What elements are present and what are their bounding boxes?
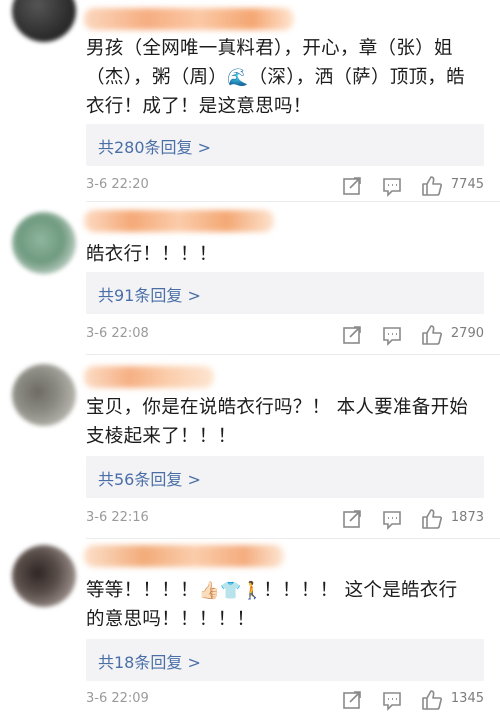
share-icon[interactable] bbox=[340, 507, 364, 531]
divider bbox=[86, 354, 500, 355]
comment-icon[interactable] bbox=[380, 174, 404, 198]
replies-button[interactable]: 共56条回复 > bbox=[86, 456, 484, 498]
comment-footer: 3-6 22:20 7745 bbox=[86, 174, 484, 198]
share-icon[interactable] bbox=[340, 174, 364, 198]
like-count: 1873 bbox=[450, 510, 484, 525]
replies-label: 共91条回复 > bbox=[98, 286, 201, 305]
avatar[interactable] bbox=[12, 0, 76, 42]
like-icon[interactable] bbox=[420, 323, 444, 347]
share-icon[interactable] bbox=[340, 688, 364, 712]
username[interactable] bbox=[84, 545, 284, 567]
like-icon[interactable] bbox=[420, 688, 444, 712]
comment-text: 男孩（全网唯一真料君），开心，章（张）姐（杰），粥（周）🌊（深），洒（萨）顶顶，… bbox=[86, 38, 465, 117]
avatar[interactable] bbox=[12, 212, 76, 274]
comment-footer: 3-6 22:09 1345 bbox=[86, 688, 484, 712]
comment-footer: 3-6 22:16 1873 bbox=[86, 507, 484, 531]
replies-label: 共18条回复 > bbox=[98, 653, 201, 672]
avatar[interactable] bbox=[12, 364, 76, 426]
replies-label: 共56条回复 > bbox=[98, 470, 201, 489]
username[interactable] bbox=[84, 366, 214, 388]
divider bbox=[86, 201, 500, 202]
comment-footer: 3-6 22:08 2790 bbox=[86, 323, 484, 347]
comment-icon[interactable] bbox=[380, 323, 404, 347]
replies-button[interactable]: 共91条回复 > bbox=[86, 272, 484, 314]
like-count: 7745 bbox=[450, 177, 484, 192]
like-count: 2790 bbox=[450, 326, 484, 341]
share-icon[interactable] bbox=[340, 323, 364, 347]
avatar[interactable] bbox=[12, 545, 76, 607]
comment-icon[interactable] bbox=[380, 688, 404, 712]
replies-button[interactable]: 共280条回复 > bbox=[86, 124, 484, 166]
replies-label: 共280条回复 > bbox=[98, 138, 212, 157]
username[interactable] bbox=[84, 210, 274, 232]
timestamp: 3-6 22:09 bbox=[86, 691, 149, 706]
divider bbox=[86, 538, 500, 539]
like-icon[interactable] bbox=[420, 507, 444, 531]
username[interactable] bbox=[84, 8, 294, 30]
timestamp: 3-6 22:08 bbox=[86, 326, 149, 341]
like-count: 1345 bbox=[450, 691, 484, 706]
wave-icon: 🌊 bbox=[227, 68, 249, 88]
replies-button[interactable]: 共18条回复 > bbox=[86, 639, 484, 681]
comment-text: 宝贝，你是在说皓衣行吗？！ 本人要准备开始支棱起来了！！！ bbox=[86, 397, 469, 447]
comment-text: 等等！！！！👍🏻👕🚶！！！！ 这个是皓衣行的意思吗！！！！！ bbox=[86, 580, 458, 630]
like-icon[interactable] bbox=[420, 174, 444, 198]
timestamp: 3-6 22:16 bbox=[86, 510, 149, 525]
comment-icon[interactable] bbox=[380, 507, 404, 531]
timestamp: 3-6 22:20 bbox=[86, 177, 149, 192]
comment-text: 皓衣行！！！！ bbox=[86, 244, 218, 265]
thumbs-shirt-walk-icon: 👍🏻👕🚶 bbox=[198, 581, 264, 601]
